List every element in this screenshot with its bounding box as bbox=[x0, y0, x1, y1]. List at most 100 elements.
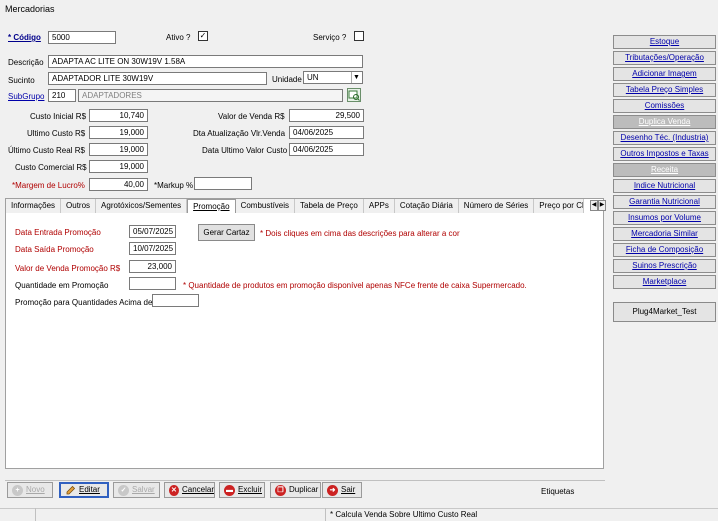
duplicar-button[interactable]: ❐ Duplicar bbox=[270, 482, 321, 498]
tab-scroll: ◀ ▶ bbox=[590, 200, 606, 211]
promo-quantidade-acima-input[interactable] bbox=[152, 294, 199, 307]
sair-button[interactable]: ➜ Sair bbox=[322, 482, 362, 498]
sidebar-item-tabela-preco-simples[interactable]: Tabela Preço Simples bbox=[613, 83, 716, 97]
chevron-down-icon[interactable]: ▼ bbox=[351, 72, 361, 83]
sidebar-item-marketplace[interactable]: Marketplace bbox=[613, 275, 716, 289]
status-message: * Calcula Venda Sobre Ultimo Custo Real bbox=[325, 508, 718, 521]
data-saida-input[interactable]: 10/07/2025 bbox=[129, 242, 176, 255]
status-cell-2 bbox=[35, 508, 325, 521]
chevron-right-icon[interactable]: ▶ bbox=[598, 200, 606, 211]
window-title: Mercadorias bbox=[5, 4, 55, 14]
sidebar-item-mercadoria-similar[interactable]: Mercadoria Similar bbox=[613, 227, 716, 241]
data-entrada-label: Data Entrada Promoção bbox=[15, 228, 101, 237]
data-saida-label: Data Saída Promoção bbox=[15, 245, 94, 254]
sidebar-item-suinos-prescricao[interactable]: Suinos Prescrição bbox=[613, 259, 716, 273]
margem-lucro-input[interactable]: 40,00 bbox=[89, 178, 148, 191]
status-cell-1 bbox=[0, 508, 35, 521]
ultimo-custo-label: Ultimo Custo R$ bbox=[27, 129, 86, 138]
sidebar-item-insumos-volume[interactable]: Insumos por Volume bbox=[613, 211, 716, 225]
tab-apps[interactable]: APPs bbox=[363, 199, 395, 213]
hint-quantidade: * Quantidade de produtos em promoção dis… bbox=[183, 281, 527, 290]
sidebar-item-duplica-venda: Duplica Venda bbox=[613, 115, 716, 129]
sair-label: Sair bbox=[341, 485, 356, 494]
servico-label: Serviço ? bbox=[313, 33, 347, 42]
novo-button: + Novo bbox=[7, 482, 53, 498]
dta-atualizacao-label: Dta Atualização Vlr.Venda bbox=[193, 129, 286, 138]
sidebar-item-garantia-nutricional[interactable]: Garantia Nutricional bbox=[613, 195, 716, 209]
ultimo-custo-real-input[interactable]: 19,000 bbox=[89, 143, 148, 156]
chevron-left-icon[interactable]: ◀ bbox=[590, 200, 598, 211]
cancel-icon: ✕ bbox=[169, 484, 179, 496]
subgrupo-code-input[interactable]: 210 bbox=[48, 89, 76, 102]
ativo-label: Ativo ? bbox=[166, 33, 191, 42]
check-icon: ✓ bbox=[118, 484, 129, 496]
sidebar-item-estoque[interactable]: Estoque bbox=[613, 35, 716, 49]
unidade-value: UN bbox=[307, 73, 319, 82]
custo-inicial-label: Custo Inicial R$ bbox=[30, 112, 87, 121]
tab-tabela-preco[interactable]: Tabela de Preço bbox=[295, 199, 364, 213]
valor-venda-label: Valor de Venda R$ bbox=[218, 112, 285, 121]
sidebar-item-indice-nutricional[interactable]: Indice Nutricional bbox=[613, 179, 716, 193]
sidebar-item-outros-impostos[interactable]: Outros Impostos e Taxas bbox=[613, 147, 716, 161]
add-icon: + bbox=[12, 484, 23, 496]
markup-label: *Markup % bbox=[154, 181, 194, 190]
subgrupo-label[interactable]: SubGrupo bbox=[8, 92, 44, 101]
margem-lucro-label: *Margem de Lucro% bbox=[12, 181, 85, 190]
ultimo-custo-input[interactable]: 19,000 bbox=[89, 126, 148, 139]
data-ultimo-custo-input[interactable]: 04/06/2025 bbox=[289, 143, 364, 156]
valor-venda-promo-input[interactable]: 23,000 bbox=[129, 260, 176, 273]
subgrupo-name-field: ADAPTADORES bbox=[78, 89, 343, 102]
tab-combustiveis[interactable]: Combustíveis bbox=[235, 199, 296, 213]
dta-atualizacao-input[interactable]: 04/06/2025 bbox=[289, 126, 364, 139]
sucinto-input[interactable]: ADAPTADOR LITE 30W19V bbox=[48, 72, 267, 85]
hint-dois-cliques: * Dois cliques em cima das descrições pa… bbox=[260, 229, 460, 238]
etiquetas-link[interactable]: Etiquetas bbox=[541, 487, 574, 496]
tab-informacoes[interactable]: Informações bbox=[6, 199, 62, 213]
sidebar-item-adicionar-imagem[interactable]: Adicionar Imagem bbox=[613, 67, 716, 81]
servico-checkbox[interactable] bbox=[354, 31, 364, 41]
plug4market-button[interactable]: Plug4Market_Test bbox=[613, 302, 716, 322]
sidebar-item-ficha-composicao[interactable]: Ficha de Composição bbox=[613, 243, 716, 257]
editar-button[interactable]: Editar bbox=[59, 482, 109, 498]
excluir-label: Excluir bbox=[238, 485, 263, 494]
promo-quantidade-acima-label: Promoção para Quantidades Acima de bbox=[15, 298, 153, 307]
cancelar-label: Cancelar bbox=[181, 485, 214, 494]
salvar-label: Salvar bbox=[132, 485, 155, 494]
ativo-checkbox[interactable]: ✓ bbox=[198, 31, 208, 41]
duplicate-icon: ❐ bbox=[275, 484, 286, 496]
quantidade-promo-input[interactable] bbox=[129, 277, 176, 290]
sidebar-item-receita: Receita bbox=[613, 163, 716, 177]
duplicar-label: Duplicar bbox=[289, 485, 319, 494]
descricao-input[interactable]: ADAPTA AC LITE ON 30W19V 1.58A bbox=[48, 55, 363, 68]
unidade-select[interactable]: UN ▼ bbox=[303, 71, 363, 84]
tab-promocao[interactable]: Promoção bbox=[187, 199, 236, 213]
edit-icon bbox=[65, 485, 76, 496]
valor-venda-input[interactable]: 29,500 bbox=[289, 109, 364, 122]
codigo-input[interactable]: 5000 bbox=[48, 31, 116, 44]
custo-inicial-input[interactable]: 10,740 bbox=[89, 109, 148, 122]
quantidade-promo-label: Quantidade em Promoção bbox=[15, 281, 109, 290]
editar-label: Editar bbox=[79, 485, 100, 494]
sucinto-label: Sucinto bbox=[8, 76, 35, 85]
valor-venda-promo-label: Valor de Venda Promoção R$ bbox=[15, 264, 121, 273]
tab-outros[interactable]: Outros bbox=[61, 199, 97, 213]
excluir-button[interactable]: ▬ Excluir bbox=[219, 482, 265, 498]
gerar-cartaz-button[interactable]: Gerar Cartaz bbox=[198, 224, 255, 241]
cancelar-button[interactable]: ✕ Cancelar bbox=[164, 482, 215, 498]
tab-cotacao-diaria[interactable]: Cotação Diária bbox=[394, 199, 459, 213]
tab-strip: Informações Outros Agrotóxicos/Sementes … bbox=[6, 199, 585, 213]
tab-numero-series[interactable]: Número de Séries bbox=[458, 199, 535, 213]
tab-preco-por-cl[interactable]: Preço por Cl bbox=[534, 199, 585, 213]
tab-agrotoxicos[interactable]: Agrotóxicos/Sementes bbox=[96, 199, 188, 213]
codigo-label[interactable]: * Código bbox=[8, 33, 41, 42]
trash-icon: ▬ bbox=[224, 484, 235, 496]
data-entrada-input[interactable]: 05/07/2025 bbox=[129, 225, 176, 238]
unidade-label: Unidade bbox=[272, 75, 302, 84]
search-subgrupo-icon[interactable] bbox=[347, 88, 361, 102]
salvar-button: ✓ Salvar bbox=[113, 482, 160, 498]
sidebar-item-desenho-tecnico[interactable]: Desenho Téc. (Industria) bbox=[613, 131, 716, 145]
markup-input[interactable] bbox=[194, 177, 252, 190]
sidebar-item-tributacoes[interactable]: Tributações/Operação bbox=[613, 51, 716, 65]
custo-comercial-input[interactable]: 19,000 bbox=[89, 160, 148, 173]
sidebar-item-comissoes[interactable]: Comissões bbox=[613, 99, 716, 113]
